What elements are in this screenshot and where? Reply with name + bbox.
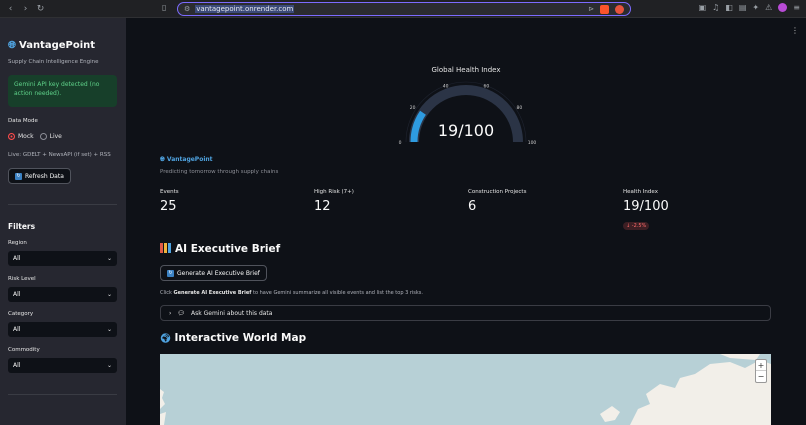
browser-toolbar: ‹ › ↻ ▯ ⚙ vantagepoint.onrender.com ⊳ ▣ … — [0, 0, 806, 18]
gauge-value: 19/100 — [438, 121, 494, 140]
globe-icon: 🌐︎ — [160, 156, 167, 163]
metric-high-risk: High Risk (7+) 12 — [314, 189, 354, 214]
bar-chart-icon — [160, 243, 171, 253]
metric-label: Construction Projects — [468, 189, 527, 195]
sidebar-divider — [8, 204, 117, 205]
filter-risk-select[interactable]: All ⌄ — [8, 287, 117, 302]
metric-construction: Construction Projects 6 — [468, 189, 526, 214]
generate-brief-button[interactable]: ↻ Generate AI Executive Brief — [160, 265, 267, 281]
gauge-tick-label: 100 — [528, 140, 536, 146]
landmass — [630, 360, 771, 425]
radio-live-dot — [39, 133, 47, 140]
music-icon[interactable]: ♫ — [712, 3, 719, 12]
gauge-tick-label: 40 — [443, 84, 449, 90]
puzzle-icon[interactable]: ✦ — [752, 3, 759, 12]
landmass — [600, 406, 620, 422]
filter-risk-label: Risk Level — [8, 276, 36, 282]
address-bar[interactable]: ⚙ vantagepoint.onrender.com ⊳ — [177, 2, 631, 16]
map-heading: 🌍︎ Interactive World Map — [160, 332, 307, 344]
filters-heading: Filters — [8, 222, 36, 231]
globe-icon: 🌐︎ — [8, 40, 16, 51]
filter-category-label: Category — [8, 311, 34, 317]
brief-instructions: Click Generate AI Executive Brief to hav… — [160, 290, 423, 296]
map-land — [160, 354, 771, 425]
gauge-tick-label: 0 — [399, 140, 402, 146]
more-options-icon[interactable]: ⋮ — [791, 26, 799, 35]
brave-rewards-icon[interactable] — [615, 4, 624, 14]
url-text: vantagepoint.onrender.com — [195, 5, 295, 13]
gauge-title: Global Health Index — [431, 66, 501, 74]
metric-label: Health Index — [623, 189, 658, 195]
chevron-right-icon: › — [169, 309, 172, 317]
metric-value: 25 — [160, 199, 177, 214]
vp-subtitle: Predicting tomorrow through supply chain… — [160, 169, 279, 175]
filter-category-select[interactable]: All ⌄ — [8, 322, 117, 337]
refresh-data-button[interactable]: ↻ Refresh Data — [8, 168, 71, 184]
metric-delta-badge: ↓ -2.5% — [623, 222, 650, 230]
data-mode-label: Data Mode — [8, 118, 38, 124]
chevron-down-icon: ⌄ — [106, 255, 112, 262]
filter-region-select[interactable]: All ⌄ — [8, 251, 117, 266]
chevron-down-icon: ⌄ — [106, 291, 112, 298]
radio-mock[interactable]: Mock — [8, 133, 34, 140]
back-icon[interactable]: ‹ — [6, 3, 15, 15]
bookmark-icon[interactable]: ▯ — [162, 3, 166, 12]
share-icon[interactable]: ⊳ — [588, 5, 594, 13]
sidebar-tagline: Supply Chain Intelligence Engine — [8, 59, 99, 65]
site-info-icon[interactable]: ⚙ — [184, 5, 190, 13]
globe-icon: 🌍︎ — [160, 334, 172, 344]
metric-health-index: Health Index 19/100 — [623, 189, 669, 214]
speech-bubble-icon: 💬︎ — [177, 309, 186, 317]
sidebar-brand: 🌐︎ VantagePoint — [8, 40, 96, 51]
vpn-icon[interactable]: ⚠ — [765, 3, 772, 12]
zoom-in-button[interactable]: + — [756, 360, 766, 371]
metric-label: High Risk (7+) — [314, 189, 354, 195]
gauge-tick-label: 80 — [517, 105, 523, 111]
main-content: ⋮ Global Health Index 0 20 40 60 80 100 19/10… — [126, 18, 806, 425]
data-mode-radio-group: Mock Live — [8, 133, 62, 140]
gauge-tick-label: 60 — [484, 84, 490, 90]
world-map[interactable]: + − — [160, 354, 771, 425]
radio-mock-dot — [8, 133, 15, 140]
landmass — [160, 389, 165, 409]
metric-events: Events 25 — [160, 189, 179, 214]
refresh-icon: ↻ — [167, 269, 174, 277]
metric-value: 19/100 — [623, 199, 669, 214]
health-gauge: 0 20 40 60 80 100 19/100 — [399, 81, 536, 146]
reload-icon[interactable]: ↻ — [36, 3, 45, 15]
filter-commodity-select[interactable]: All ⌄ — [8, 358, 117, 373]
sidebar-toggle-icon[interactable]: ◧ — [725, 3, 733, 12]
chevron-down-icon: ⌄ — [106, 326, 112, 333]
landmass — [720, 354, 760, 360]
menu-icon[interactable]: ≡ — [793, 3, 800, 12]
brief-heading: AI Executive Brief — [160, 243, 280, 255]
map-zoom-control: + − — [755, 359, 767, 383]
profile-avatar[interactable] — [778, 3, 788, 12]
gauge-tick-label: 20 — [410, 105, 416, 111]
chevron-down-icon: ⌄ — [106, 362, 112, 369]
wallet-icon[interactable]: ▤ — [739, 3, 747, 12]
metric-value: 12 — [314, 199, 331, 214]
radio-live[interactable]: Live — [39, 133, 62, 140]
api-key-alert: Gemini API key detected (no action neede… — [8, 75, 117, 107]
metric-value: 6 — [468, 199, 477, 214]
ask-gemini-expander[interactable]: › 💬︎ Ask Gemini about this data — [160, 305, 771, 321]
brave-shield-icon[interactable] — [600, 4, 609, 14]
sidebar-divider-bottom — [8, 394, 117, 395]
filter-region-label: Region — [8, 240, 27, 246]
landmass — [160, 412, 166, 425]
vp-brand-small: 🌐︎ VantagePoint — [160, 156, 213, 163]
data-source-caption: Live: GDELT + NewsAPI (if set) + RSS — [8, 152, 111, 158]
refresh-icon: ↻ — [15, 172, 22, 180]
zoom-out-button[interactable]: − — [756, 371, 766, 382]
metric-label: Events — [160, 189, 179, 195]
filter-commodity-label: Commodity — [8, 347, 40, 353]
extensions-icon[interactable]: ▣ — [699, 3, 707, 12]
forward-icon[interactable]: › — [21, 3, 30, 15]
